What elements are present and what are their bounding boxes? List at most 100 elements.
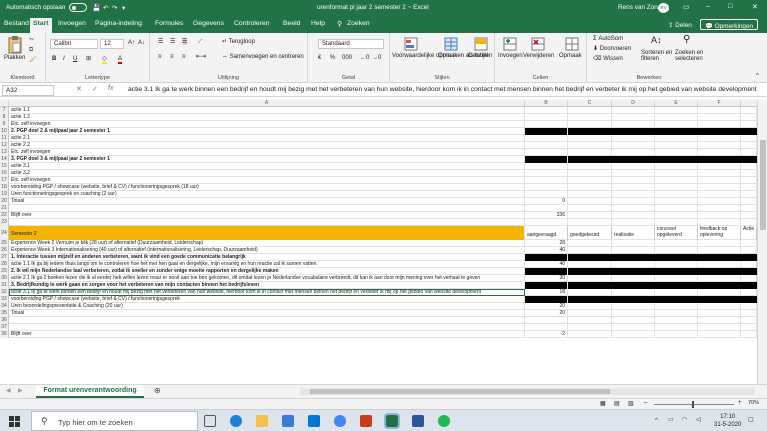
- column-header-g[interactable]: [741, 100, 757, 107]
- cell-b[interactable]: [525, 142, 568, 149]
- windows-start-icon[interactable]: [9, 416, 20, 427]
- align-left-icon[interactable]: ≡: [158, 54, 162, 60]
- row-number[interactable]: 9: [0, 121, 9, 128]
- empty-cell[interactable]: [698, 135, 741, 142]
- cell-b[interactable]: [525, 184, 568, 191]
- cell-b[interactable]: [525, 282, 568, 289]
- increase-decimal-icon[interactable]: ←0: [360, 55, 369, 61]
- clear-button[interactable]: ⌫ Wissen: [593, 56, 623, 62]
- volume-icon[interactable]: ◁: [696, 417, 701, 423]
- fill-color-icon[interactable]: ◇: [102, 56, 107, 65]
- ribbon-display-icon[interactable]: ▭: [683, 3, 690, 11]
- empty-cell[interactable]: [698, 184, 741, 191]
- empty-cell[interactable]: [612, 331, 655, 338]
- empty-cell[interactable]: [568, 107, 612, 114]
- merge-center-button[interactable]: ⇔ Samenvoegen en centreren: [222, 54, 304, 60]
- empty-cell[interactable]: [698, 261, 741, 268]
- empty-cell[interactable]: [568, 317, 612, 324]
- empty-cell[interactable]: [655, 289, 698, 296]
- row-number[interactable]: 35: [0, 310, 9, 317]
- cell-b[interactable]: [525, 268, 568, 275]
- search-icon[interactable]: ⚲: [337, 20, 342, 28]
- avatar[interactable]: RV: [658, 3, 669, 13]
- empty-cell[interactable]: [741, 107, 757, 114]
- column-header-cell[interactable]: concreet opgeleverd: [655, 226, 698, 240]
- empty-cell[interactable]: [612, 177, 655, 184]
- column-header-f[interactable]: F: [698, 100, 741, 107]
- empty-cell[interactable]: [655, 219, 698, 226]
- cell-b[interactable]: 336: [525, 212, 568, 219]
- column-header-cell[interactable]: realisatie: [612, 226, 655, 240]
- empty-cell[interactable]: [655, 324, 698, 331]
- row-number[interactable]: 28: [0, 261, 9, 268]
- row-number[interactable]: 22: [0, 212, 9, 219]
- cell-a[interactable]: actie 3.1: [9, 163, 525, 170]
- row-number[interactable]: 27: [0, 254, 9, 261]
- empty-cell[interactable]: [698, 170, 741, 177]
- delete-cells-icon[interactable]: [531, 37, 545, 51]
- column-header-e[interactable]: E: [655, 100, 698, 107]
- notifications-icon[interactable]: ▢: [748, 417, 754, 423]
- empty-cell[interactable]: [612, 303, 655, 310]
- page-layout-icon[interactable]: ▤: [614, 401, 620, 407]
- minimize-icon[interactable]: –: [706, 3, 710, 10]
- empty-cell[interactable]: [655, 107, 698, 114]
- row-number[interactable]: 36: [0, 317, 9, 324]
- empty-cell[interactable]: [741, 289, 757, 296]
- row-number[interactable]: 30: [0, 275, 9, 282]
- empty-cell[interactable]: [568, 289, 612, 296]
- tell-me-search[interactable]: Zoeken: [347, 20, 370, 27]
- empty-cell[interactable]: [568, 205, 612, 212]
- cell-b[interactable]: [525, 177, 568, 184]
- empty-cell[interactable]: [568, 135, 612, 142]
- cell-a[interactable]: actie 2.1 Ik ga 2 boeken lezen die ik al…: [9, 275, 525, 282]
- cell-a[interactable]: voorbereiding PGP / showcase (website, b…: [9, 184, 525, 191]
- tab-formules[interactable]: Formules: [155, 20, 183, 27]
- empty-cell[interactable]: [612, 149, 655, 156]
- align-right-icon[interactable]: ≡: [182, 54, 186, 60]
- empty-cell[interactable]: [612, 163, 655, 170]
- cell-a[interactable]: Totaal: [9, 310, 525, 317]
- file-explorer-icon[interactable]: [256, 415, 268, 427]
- undo-icon[interactable]: ↶: [103, 4, 108, 12]
- spotify-icon[interactable]: [438, 415, 450, 427]
- empty-cell[interactable]: [698, 317, 741, 324]
- empty-cell[interactable]: [612, 317, 655, 324]
- empty-cell[interactable]: [741, 310, 757, 317]
- format-cells-button[interactable]: Opmaak: [559, 53, 582, 59]
- empty-cell[interactable]: [741, 177, 757, 184]
- zoom-in-icon[interactable]: +: [738, 400, 742, 406]
- cell-a[interactable]: [9, 317, 525, 324]
- cell-a[interactable]: Uren functioneringsgesprek en coaching (…: [9, 191, 525, 198]
- empty-cell[interactable]: [741, 121, 757, 128]
- empty-cell[interactable]: [698, 212, 741, 219]
- row-number[interactable]: 24: [0, 226, 9, 240]
- align-bottom-icon[interactable]: ☰: [182, 39, 188, 46]
- empty-cell[interactable]: [612, 170, 655, 177]
- tab-pagina-indeling[interactable]: Pagina-indeling: [95, 20, 142, 27]
- add-sheet-icon[interactable]: ⊕: [154, 386, 161, 395]
- cell-a[interactable]: 2. PGP doel 2 & mijlpaal jaar 2 semester…: [9, 128, 525, 135]
- empty-cell[interactable]: [698, 310, 741, 317]
- empty-cell[interactable]: [741, 219, 757, 226]
- comments-button[interactable]: 💬 Opmerkingen: [700, 19, 759, 30]
- empty-cell[interactable]: [568, 261, 612, 268]
- page-break-icon[interactable]: ▥: [628, 401, 634, 407]
- zoom-slider[interactable]: [654, 404, 734, 405]
- empty-cell[interactable]: [612, 184, 655, 191]
- spreadsheet-grid[interactable]: A B C D E F 7 actie 1.1 8 actie 1.2 9 Etc. ze…: [0, 100, 757, 384]
- empty-cell[interactable]: [698, 114, 741, 121]
- empty-cell[interactable]: [741, 135, 757, 142]
- maximize-icon[interactable]: □: [728, 3, 732, 10]
- cell-b[interactable]: 20: [525, 303, 568, 310]
- row-number[interactable]: 18: [0, 184, 9, 191]
- copy-icon[interactable]: ⧉: [29, 47, 33, 53]
- empty-cell[interactable]: [698, 205, 741, 212]
- cell-a[interactable]: actie 1.2: [9, 114, 525, 121]
- empty-cell[interactable]: [655, 177, 698, 184]
- empty-cell[interactable]: [698, 240, 741, 247]
- row-number[interactable]: 19: [0, 191, 9, 198]
- align-middle-icon[interactable]: ☰: [170, 39, 175, 45]
- taskbar-search-box[interactable]: ⚲ Typ hier om te zoeken: [31, 411, 198, 431]
- empty-cell[interactable]: [612, 205, 655, 212]
